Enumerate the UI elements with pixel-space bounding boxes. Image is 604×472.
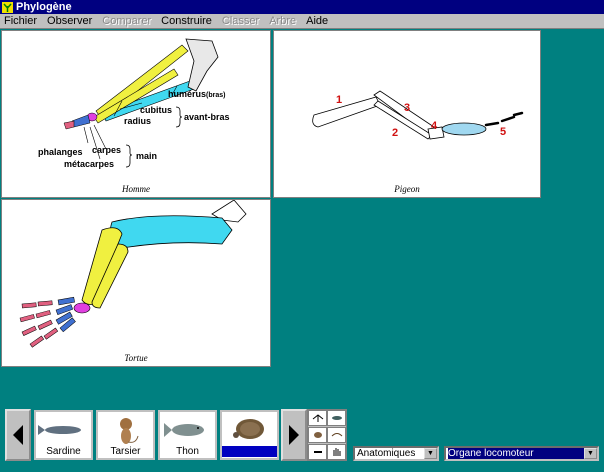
pigeon-number-2: 2 (392, 127, 398, 139)
panel-tortue: Tortue (1, 199, 271, 367)
bone-icon (313, 451, 322, 453)
phalanges-label: phalanges (38, 147, 83, 157)
tool-fish-button[interactable] (327, 410, 346, 426)
metacarpal-bones (71, 114, 91, 128)
scroll-right-button[interactable] (281, 409, 307, 461)
carpes-label: carpes (92, 145, 121, 155)
reptile-icon (331, 433, 342, 437)
window-title: Phylogène (16, 1, 72, 13)
species-label: Sardine (46, 446, 81, 457)
species-thumb-thon[interactable]: Thon (158, 410, 217, 460)
pigeon-digits (484, 111, 524, 127)
right-arrow-icon (289, 425, 299, 445)
turtle-limb-diagram (19, 200, 247, 348)
tool-hand-button[interactable] (327, 444, 346, 460)
turtle-carpal (73, 302, 91, 314)
human-arm-diagram: humérus(bras) cubitus radius avant-bras … (38, 38, 230, 169)
chevron-down-icon[interactable]: ▼ (584, 448, 597, 459)
turtle-metacarpals (55, 296, 76, 333)
fish-icon (164, 423, 204, 437)
pigeon-wing-diagram: 1 2 3 4 5 (312, 90, 524, 140)
panel-pigeon: 1 2 3 4 5 Pigeon (273, 30, 541, 198)
menu-classer[interactable]: Classer (222, 15, 259, 27)
category-select[interactable]: Anatomiques ▼ (353, 446, 439, 461)
species-thumb-tarsier[interactable]: Tarsier (96, 410, 155, 460)
cubitus-label: cubitus (140, 105, 172, 115)
tool-grid (307, 409, 347, 461)
panel-caption-homme: Homme (122, 184, 150, 194)
phalanx-bones (63, 120, 75, 130)
pigeon-humerus (312, 96, 381, 128)
title-bar: Phylogène (0, 0, 604, 14)
pigeon-number-1: 1 (336, 94, 342, 106)
panel-homme: humérus(bras) cubitus radius avant-bras … (1, 30, 271, 198)
humerus-label: humérus (168, 89, 206, 99)
avant-bras-label: avant-bras (184, 112, 230, 122)
metacarpes-label: métacarpes (64, 159, 114, 169)
app-icon (2, 1, 13, 13)
species-thumb-sardine[interactable]: Sardine (34, 410, 93, 460)
turtle-humerus (109, 215, 233, 249)
menu-arbre[interactable]: Arbre (269, 15, 296, 27)
species-label: Tortue (222, 446, 277, 457)
bird-icon (312, 414, 323, 422)
menu-comparer[interactable]: Comparer (102, 15, 151, 27)
menu-fichier[interactable]: Fichier (4, 15, 37, 27)
fish-icon (331, 416, 342, 420)
scroll-left-button[interactable] (5, 409, 31, 461)
menu-construire[interactable]: Construire (161, 15, 212, 27)
left-arrow-icon (13, 425, 23, 445)
primate-icon (120, 418, 139, 444)
main-label: main (136, 151, 157, 161)
tool-reptile-button[interactable] (327, 427, 346, 443)
chevron-down-icon[interactable]: ▼ (424, 448, 437, 459)
feature-select-value: Organe locomoteur (448, 448, 584, 459)
tool-bird-button[interactable] (308, 410, 327, 426)
panel-caption-tortue: Tortue (124, 353, 148, 363)
tool-mammal-button[interactable] (308, 427, 327, 443)
species-thumb-tortue[interactable]: Tortue (220, 410, 279, 460)
pigeon-metacarpal (441, 122, 487, 136)
menu-observer[interactable]: Observer (47, 15, 92, 27)
svg-text:humérus(bras): humérus(bras) (168, 89, 225, 99)
mammal-icon (313, 432, 322, 438)
radius-label: radius (124, 116, 151, 126)
fish-icon (38, 425, 81, 435)
hand-icon (333, 448, 340, 456)
menu-bar: Fichier Observer Comparer Construire Cla… (0, 14, 604, 29)
feature-select[interactable]: Organe locomoteur ▼ (444, 446, 599, 461)
panel-caption-pigeon: Pigeon (394, 184, 420, 194)
category-select-value: Anatomiques (357, 448, 416, 459)
species-label: Tarsier (110, 446, 141, 457)
main-brace (125, 144, 133, 168)
pigeon-number-3: 3 (404, 102, 410, 114)
pigeon-number-4: 4 (431, 120, 438, 132)
turtle-icon (233, 419, 264, 439)
shoulder-bone (185, 38, 219, 92)
avant-bras-brace (175, 106, 183, 128)
turtle-phalanges (19, 300, 59, 348)
pigeon-number-5: 5 (500, 126, 506, 138)
humerus-note: (bras) (206, 92, 225, 99)
species-label: Thon (176, 446, 199, 457)
tool-bone-button[interactable] (308, 444, 327, 460)
menu-aide[interactable]: Aide (306, 15, 328, 27)
